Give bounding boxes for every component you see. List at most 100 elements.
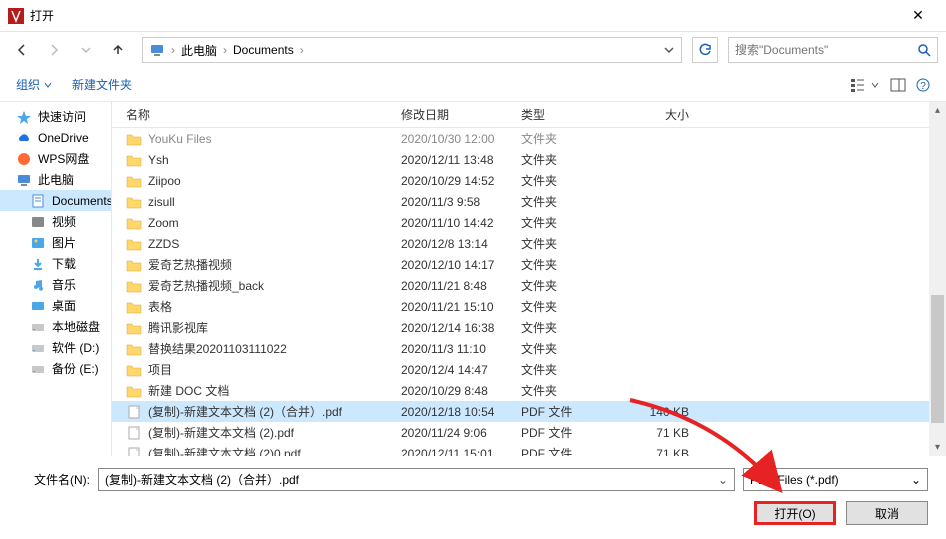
file-type-select[interactable]: PDF Files (*.pdf) ⌄: [743, 468, 928, 491]
folder-icon: [126, 132, 142, 146]
folder-icon: [126, 300, 142, 314]
close-button[interactable]: ✕: [898, 0, 938, 32]
breadcrumb[interactable]: › 此电脑 › Documents ›: [142, 37, 682, 63]
sidebar-item-label: 软件 (D:): [52, 339, 99, 356]
col-date[interactable]: 修改日期: [401, 106, 521, 123]
sidebar: 快速访问OneDriveWPS网盘此电脑 Documents 视频图片下载音乐桌面本…: [0, 102, 112, 456]
chevron-right-icon[interactable]: ›: [221, 43, 229, 57]
file-row[interactable]: ZZDS2020/12/8 13:14文件夹: [112, 233, 946, 254]
file-type: 文件夹: [521, 130, 621, 147]
file-size: 140 KB: [621, 405, 701, 419]
doc-icon: [30, 194, 46, 208]
file-row[interactable]: 爱奇艺热播视频_back2020/11/21 8:48文件夹: [112, 275, 946, 296]
search-box[interactable]: [728, 37, 938, 63]
file-row[interactable]: (复制)-新建文本文档 (2)（合并）.pdf2020/12/18 10:54P…: [112, 401, 946, 422]
file-name: 表格: [148, 298, 401, 315]
file-row[interactable]: Zoom2020/11/10 14:42文件夹: [112, 212, 946, 233]
col-size[interactable]: 大小: [621, 106, 701, 123]
file-name: 爱奇艺热播视频: [148, 256, 401, 273]
crumb-pc[interactable]: 此电脑: [177, 38, 221, 62]
sidebar-item[interactable]: 桌面: [0, 295, 111, 316]
forward-button[interactable]: [40, 36, 68, 64]
sidebar-item[interactable]: 此电脑: [0, 169, 111, 190]
file-row[interactable]: (复制)-新建文本文档 (2)0.pdf2020/12/11 15:01PDF …: [112, 443, 946, 456]
file-row[interactable]: YouKu Files2020/10/30 12:00文件夹: [112, 128, 946, 149]
file-date: 2020/12/10 14:17: [401, 258, 521, 272]
sidebar-item[interactable]: 本地磁盘: [0, 316, 111, 337]
file-type: 文件夹: [521, 214, 621, 231]
disk-icon: [30, 320, 46, 334]
chevron-right-icon[interactable]: ›: [298, 43, 306, 57]
file-name: 新建 DOC 文档: [148, 382, 401, 399]
sidebar-item[interactable]: WPS网盘: [0, 148, 111, 169]
sidebar-item[interactable]: 快速访问: [0, 106, 111, 127]
pc-icon: [149, 42, 165, 58]
file-type: 文件夹: [521, 235, 621, 252]
folder-icon: [126, 174, 142, 188]
sidebar-item[interactable]: 备份 (E:): [0, 358, 111, 379]
up-button[interactable]: [104, 36, 132, 64]
file-row[interactable]: 腾讯影视库2020/12/14 16:38文件夹: [112, 317, 946, 338]
file-row[interactable]: 项目2020/12/4 14:47文件夹: [112, 359, 946, 380]
scroll-thumb[interactable]: [931, 295, 944, 423]
col-type[interactable]: 类型: [521, 106, 621, 123]
file-row[interactable]: Ysh2020/12/11 13:48文件夹: [112, 149, 946, 170]
preview-pane-button[interactable]: [890, 77, 906, 93]
refresh-button[interactable]: [692, 37, 718, 63]
new-folder-button[interactable]: 新建文件夹: [72, 76, 132, 93]
file-row[interactable]: 表格2020/11/21 15:10文件夹: [112, 296, 946, 317]
file-row[interactable]: zisull2020/11/3 9:58文件夹: [112, 191, 946, 212]
file-row[interactable]: 替换结果202011031110222020/11/3 11:10文件夹: [112, 338, 946, 359]
svg-text:?: ?: [920, 81, 926, 92]
file-date: 2020/11/3 9:58: [401, 195, 521, 209]
file-row[interactable]: (复制)-新建文本文档 (2).pdf2020/11/24 9:06PDF 文件…: [112, 422, 946, 443]
recent-dropdown[interactable]: [72, 36, 100, 64]
file-type: PDF 文件: [521, 445, 621, 456]
sidebar-item-label: Documents: [52, 194, 112, 208]
file-type: 文件夹: [521, 172, 621, 189]
view-options[interactable]: [850, 77, 880, 93]
file-type: 文件夹: [521, 151, 621, 168]
open-button[interactable]: 打开(O): [754, 501, 836, 525]
file-date: 2020/11/3 11:10: [401, 342, 521, 356]
file-row[interactable]: 新建 DOC 文档2020/10/29 8:48文件夹: [112, 380, 946, 401]
file-date: 2020/12/14 16:38: [401, 321, 521, 335]
sidebar-item[interactable]: 下载: [0, 253, 111, 274]
scroll-up-button[interactable]: ▴: [929, 102, 946, 119]
back-button[interactable]: [8, 36, 36, 64]
file-row[interactable]: Ziipoo2020/10/29 14:52文件夹: [112, 170, 946, 191]
chevron-right-icon[interactable]: ›: [169, 43, 177, 57]
sidebar-item[interactable]: 图片: [0, 232, 111, 253]
sidebar-item[interactable]: 音乐: [0, 274, 111, 295]
search-icon[interactable]: [917, 43, 931, 57]
folder-icon: [126, 195, 142, 209]
scrollbar[interactable]: ▴ ▾: [929, 102, 946, 456]
chevron-down-icon[interactable]: ⌄: [718, 473, 728, 487]
file-row[interactable]: 爱奇艺热播视频2020/12/10 14:17文件夹: [112, 254, 946, 275]
help-button[interactable]: ?: [916, 78, 930, 92]
organize-menu[interactable]: 组织: [16, 76, 52, 93]
address-dropdown[interactable]: [659, 38, 679, 62]
crumb-folder[interactable]: Documents: [229, 38, 298, 62]
wps-icon: [16, 152, 32, 166]
search-input[interactable]: [735, 43, 917, 57]
col-name[interactable]: 名称: [126, 106, 401, 123]
sidebar-item[interactable]: OneDrive: [0, 127, 111, 148]
file-date: 2020/10/29 14:52: [401, 174, 521, 188]
scroll-down-button[interactable]: ▾: [929, 439, 946, 456]
file-date: 2020/12/8 13:14: [401, 237, 521, 251]
cancel-button[interactable]: 取消: [846, 501, 928, 525]
filename-input[interactable]: (复制)-新建文本文档 (2)（合并）.pdf ⌄: [98, 468, 735, 491]
sidebar-item[interactable]: Documents: [0, 190, 111, 211]
sidebar-item-label: 备份 (E:): [52, 360, 99, 377]
file-name: Zoom: [148, 216, 401, 230]
file-date: 2020/12/18 10:54: [401, 405, 521, 419]
chevron-down-icon[interactable]: ⌄: [911, 473, 921, 487]
music-icon: [30, 278, 46, 292]
file-type: 文件夹: [521, 298, 621, 315]
desk-icon: [30, 299, 46, 313]
file-type: 文件夹: [521, 193, 621, 210]
file-date: 2020/10/30 12:00: [401, 132, 521, 146]
sidebar-item[interactable]: 视频: [0, 211, 111, 232]
sidebar-item[interactable]: 软件 (D:): [0, 337, 111, 358]
